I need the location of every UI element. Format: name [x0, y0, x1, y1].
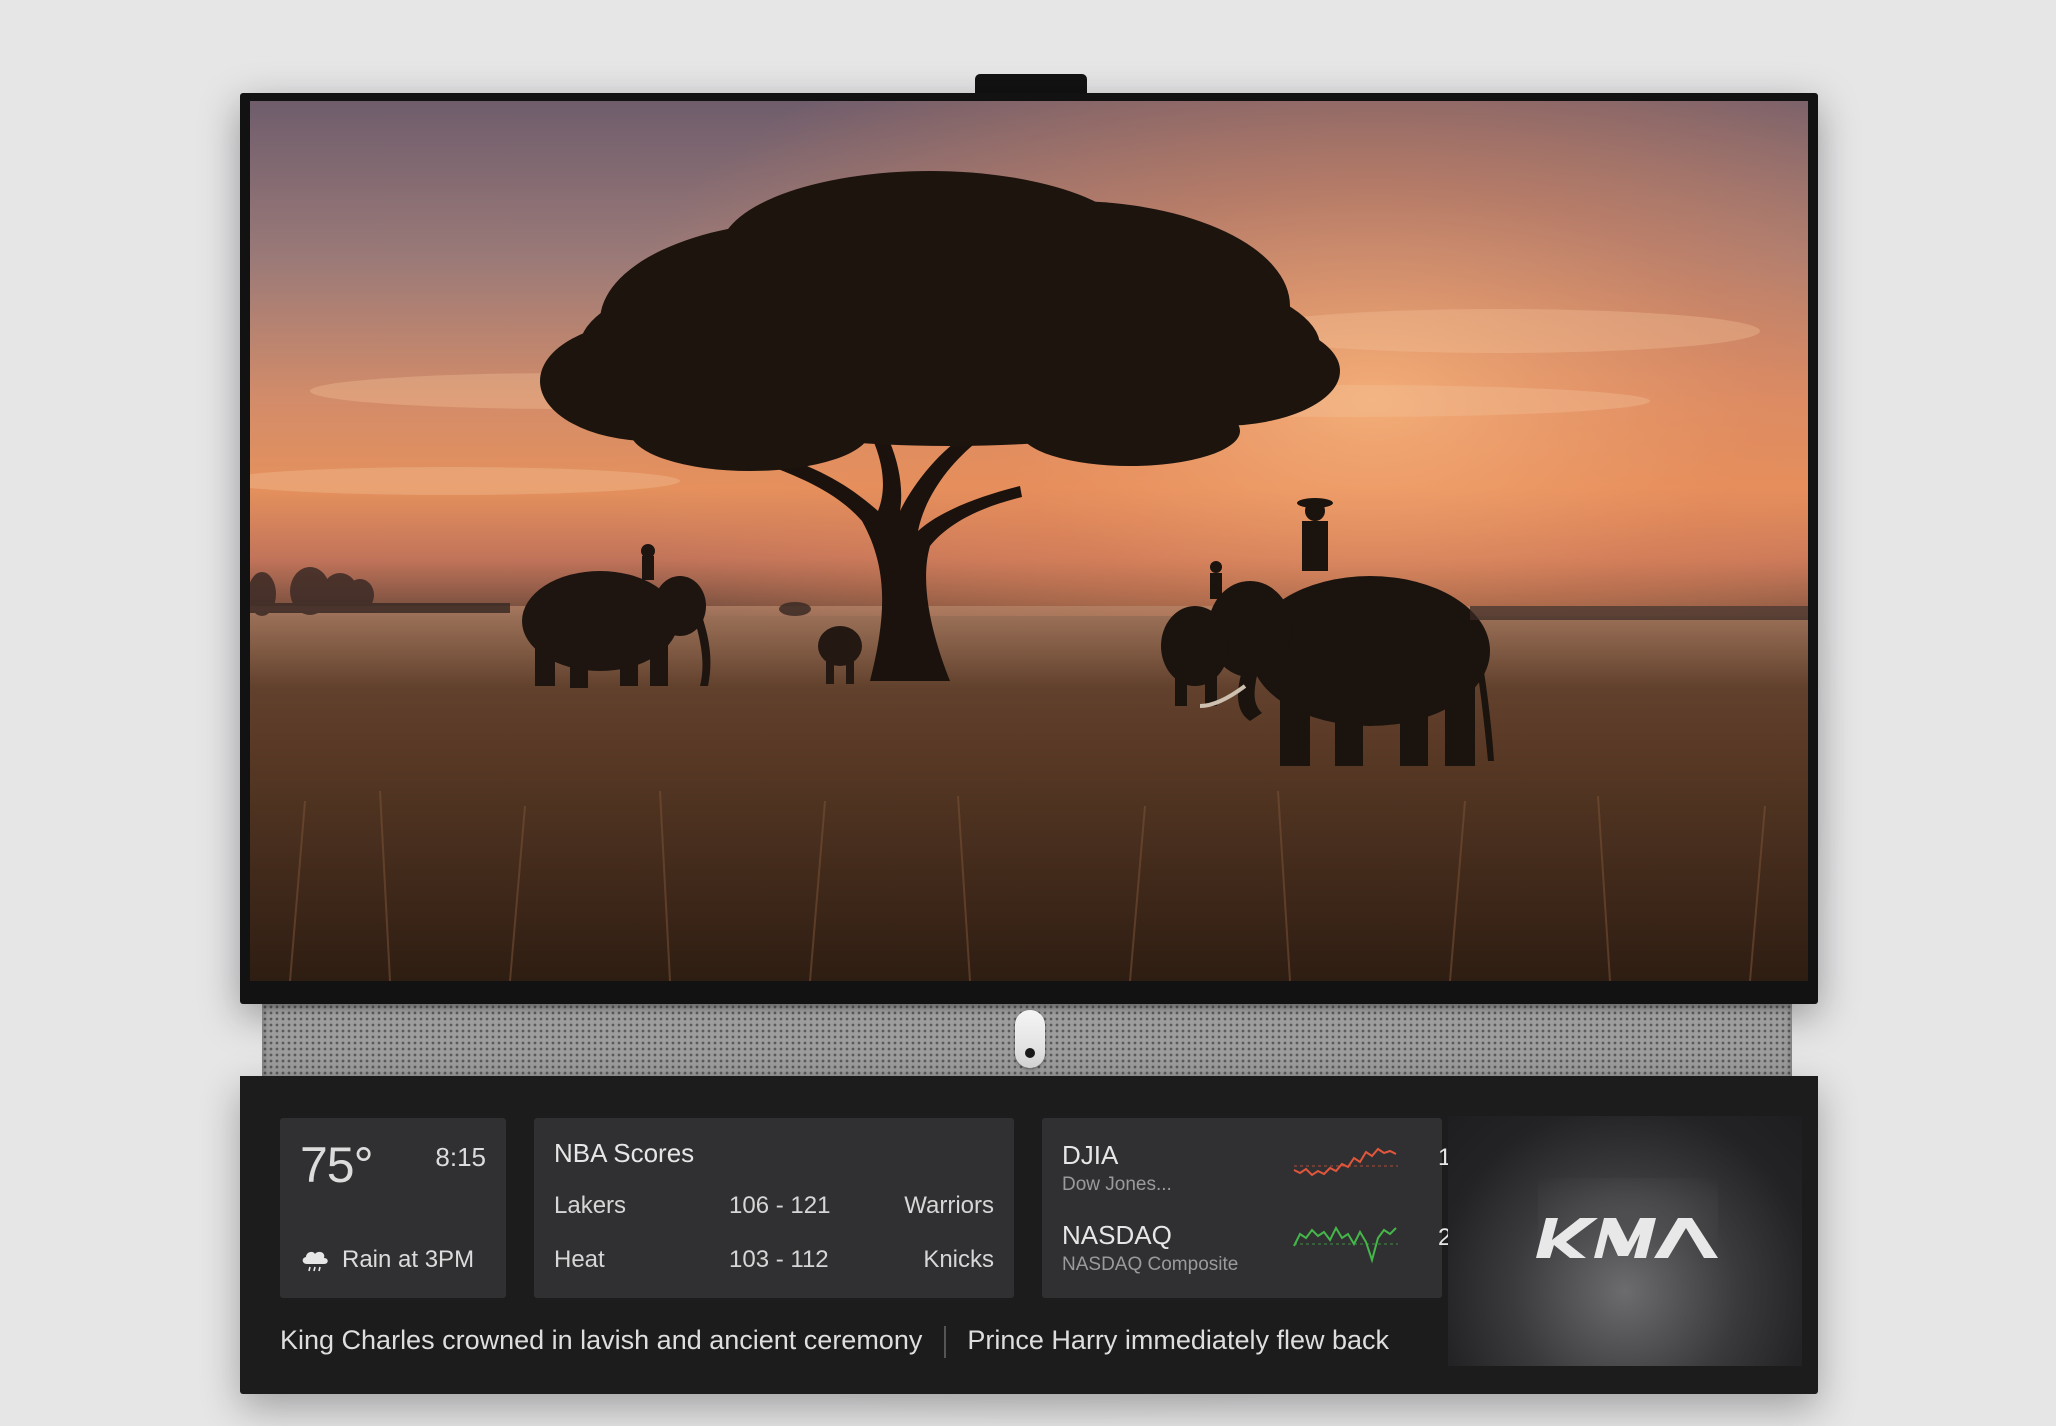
savanna-sunset-image — [250, 101, 1808, 981]
stock-name: Dow Jones... — [1062, 1174, 1172, 1195]
home-team: Heat — [554, 1246, 605, 1273]
home-team: Lakers — [554, 1192, 627, 1219]
game-row: Lakers 106 - 121 Warriors — [554, 1192, 994, 1226]
stock-symbol: DJIA — [1062, 1140, 1119, 1170]
weather-forecast: Rain at 3PM — [300, 1244, 474, 1276]
weather-widget[interactable]: 75° 8:15 Rain at 3PM — [280, 1118, 506, 1298]
djia-sparkline — [1293, 1147, 1398, 1177]
tv-screen-artwork — [250, 101, 1808, 981]
tv-product-view: 75° 8:15 Rain at 3PM NBA Scores Lakers 1… — [0, 0, 2056, 1426]
news-headline[interactable]: King Charles crowned in lavish and ancie… — [280, 1325, 922, 1355]
camera-indicator-dot — [1025, 1048, 1035, 1058]
nba-title: NBA Scores — [554, 1138, 695, 1168]
news-headline[interactable]: Prince Harry immediately flew back — [967, 1325, 1389, 1355]
rain-cloud-icon — [302, 1251, 328, 1272]
nasdaq-sparkline — [1293, 1225, 1398, 1264]
kia-logo — [1536, 1218, 1718, 1258]
nba-scores-widget[interactable]: NBA Scores Lakers 106 - 121 Warriors Hea… — [534, 1118, 1014, 1298]
widget-panel: 75° 8:15 Rain at 3PM NBA Scores Lakers 1… — [240, 1076, 1818, 1394]
clock-time: 8:15 — [435, 1142, 486, 1172]
away-team: Knicks — [923, 1246, 994, 1273]
stock-name: NASDAQ Composite — [1062, 1254, 1239, 1275]
privacy-shutter-switch[interactable] — [1015, 1010, 1045, 1068]
stocks-widget[interactable]: DJIA Dow Jones... 1 NASDAQ NASDAQ Compos… — [1042, 1118, 1451, 1298]
stock-symbol: NASDAQ — [1062, 1220, 1172, 1250]
tv-display-frame — [240, 93, 1818, 1004]
game-row: Heat 103 - 112 Knicks — [554, 1246, 994, 1280]
news-ticker[interactable]: King Charles crowned in lavish and ancie… — [280, 1318, 1442, 1362]
stock-row-djia: DJIA Dow Jones... 1 — [1062, 1140, 1451, 1210]
ticker-divider — [943, 1325, 946, 1358]
game-score: 106 - 121 — [729, 1192, 831, 1219]
game-score: 103 - 112 — [729, 1246, 829, 1273]
weather-temperature: 75° — [300, 1137, 374, 1193]
stock-row-nasdaq: NASDAQ NASDAQ Composite 2 — [1062, 1220, 1451, 1290]
advertisement-panel[interactable] — [1448, 1116, 1802, 1366]
forecast-text: Rain at 3PM — [342, 1246, 475, 1273]
away-team: Warriors — [904, 1192, 994, 1219]
